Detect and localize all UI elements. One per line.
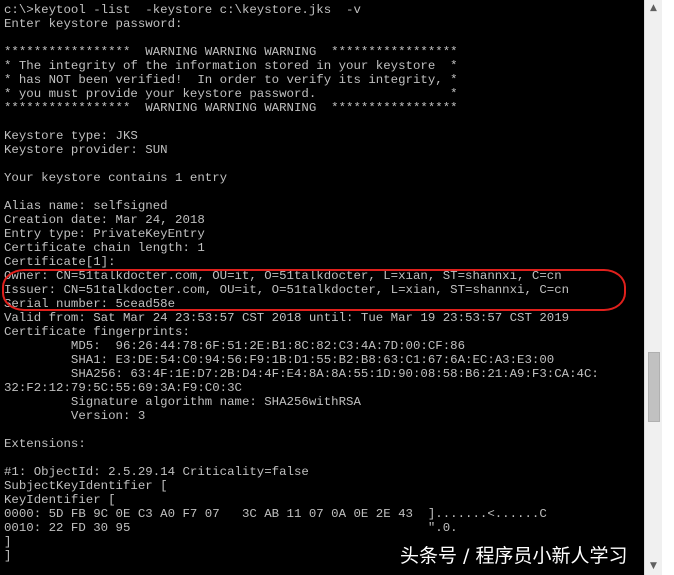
console-line: 0010: 22 FD 30 95 ".0. (4, 521, 458, 535)
console-line: Serial number: 5cead58e (4, 297, 176, 311)
console-line: Certificate fingerprints: (4, 325, 190, 339)
console-line: c:\>keytool -list -keystore c:\keystore.… (4, 3, 361, 17)
console-line: Owner: CN=51talkdocter.com, OU=it, O=51t… (4, 269, 562, 283)
console-line: * you must provide your keystore passwor… (4, 87, 458, 101)
console-line: 32:F2:12:79:5C:55:69:3A:F9:C0:3C (4, 381, 242, 395)
console-line: ***************** WARNING WARNING WARNIN… (4, 45, 458, 59)
console-output: c:\>keytool -list -keystore c:\keystore.… (4, 3, 599, 563)
console-line: SHA1: E3:DE:54:C0:94:56:F9:1B:D1:55:B2:B… (4, 353, 555, 367)
console-line: ***************** WARNING WARNING WARNIN… (4, 101, 458, 115)
console-line: Signature algorithm name: SHA256withRSA (4, 395, 361, 409)
console-line: MD5: 96:26:44:78:6F:51:2E:B1:8C:82:C3:4A… (4, 339, 466, 353)
console-line: Creation date: Mar 24, 2018 (4, 213, 205, 227)
window-frame (662, 0, 674, 575)
console-line: Version: 3 (4, 409, 146, 423)
console-line: Certificate chain length: 1 (4, 241, 205, 255)
console-line: Issuer: CN=51talkdocter.com, OU=it, O=51… (4, 283, 570, 297)
console-line: * has NOT been verified! In order to ver… (4, 73, 458, 87)
console-line: SHA256: 63:4F:1E:D7:2B:D4:4F:E4:8A:8A:55… (4, 367, 599, 381)
console-line: Keystore provider: SUN (4, 143, 168, 157)
console-line: Your keystore contains 1 entry (4, 171, 228, 185)
console-line: SubjectKeyIdentifier [ (4, 479, 168, 493)
console-line: 0000: 5D FB 9C 0E C3 A0 F7 07 3C AB 11 0… (4, 507, 547, 521)
console-line: KeyIdentifier [ (4, 493, 116, 507)
arrow-down-icon[interactable]: ▼ (645, 558, 662, 575)
scrollbar-thumb[interactable] (648, 352, 660, 422)
console-line: * The integrity of the information store… (4, 59, 458, 73)
console-line: Extensions: (4, 437, 86, 451)
console-line: #1: ObjectId: 2.5.29.14 Criticality=fals… (4, 465, 309, 479)
watermark: 头条号 / 程序员小新人学习 (400, 545, 628, 567)
console-line: Enter keystore password: (4, 17, 183, 31)
console-line: Entry type: PrivateKeyEntry (4, 227, 205, 241)
console-line: Valid from: Sat Mar 24 23:53:57 CST 2018… (4, 311, 570, 325)
vertical-scrollbar[interactable]: ▲ ▼ (644, 0, 662, 575)
console-line: Certificate[1]: (4, 255, 116, 269)
console-line: Alias name: selfsigned (4, 199, 168, 213)
arrow-up-icon[interactable]: ▲ (645, 0, 662, 17)
console-window[interactable]: c:\>keytool -list -keystore c:\keystore.… (0, 0, 644, 575)
console-line: Keystore type: JKS (4, 129, 138, 143)
